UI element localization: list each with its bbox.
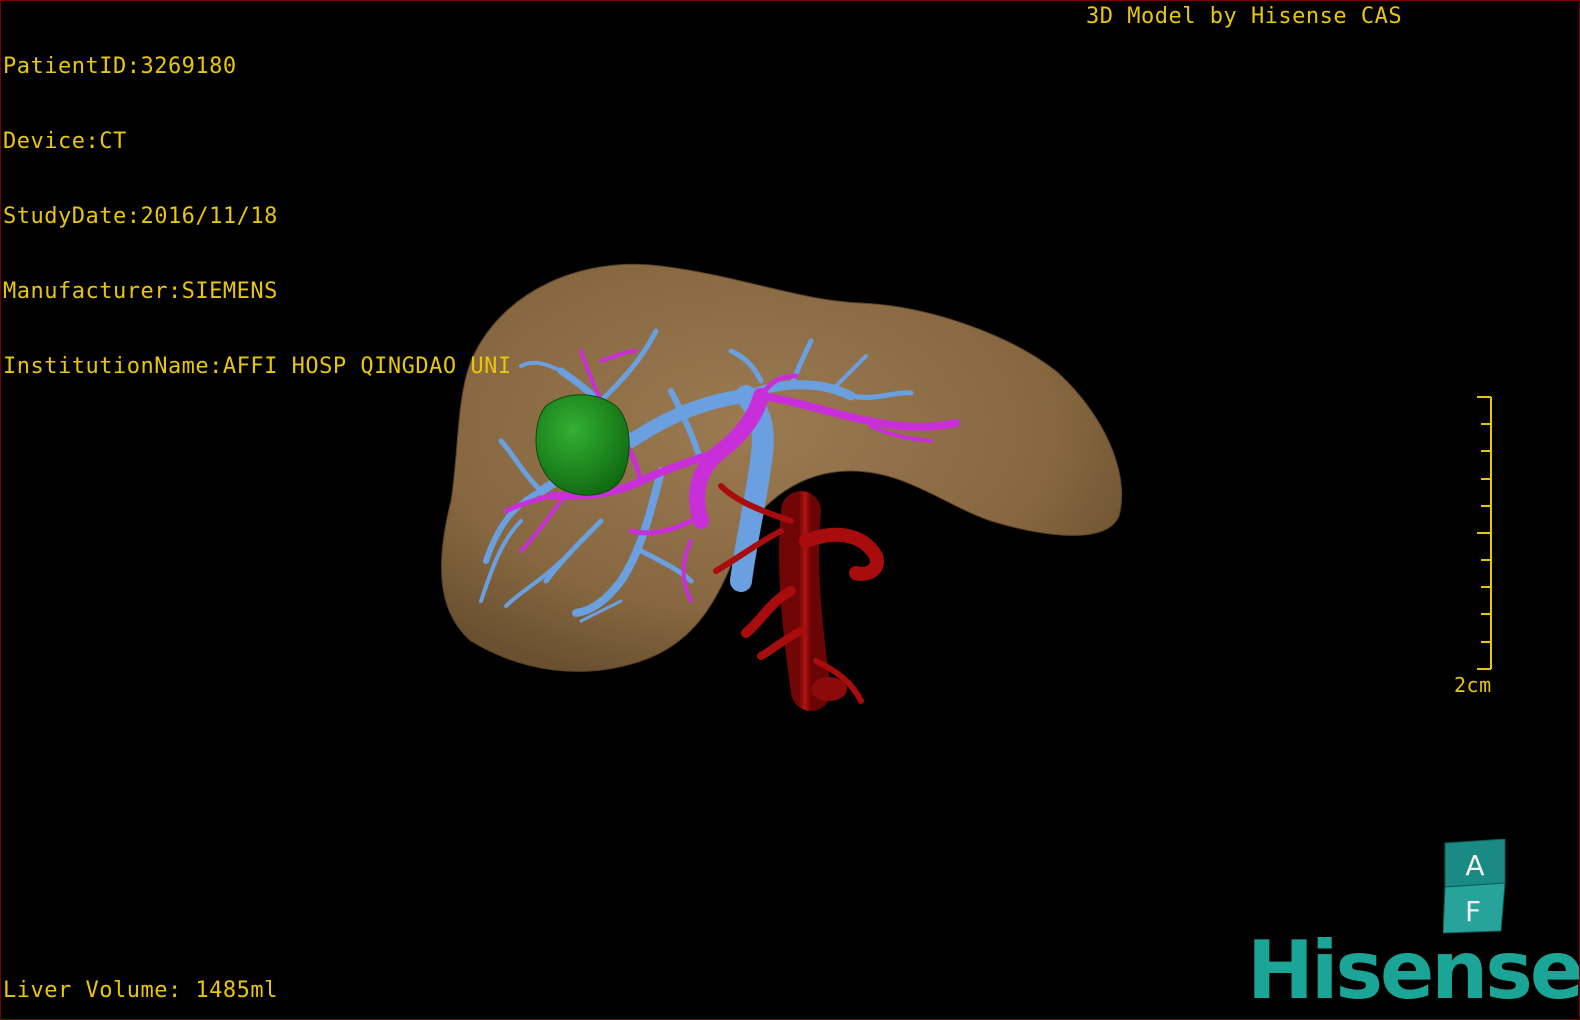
cube-label-top: A: [1465, 849, 1484, 882]
model-caption: 3D Model by Hisense CAS: [1086, 4, 1403, 29]
patient-info: PatientID:3269180 Device:CT StudyDate:20…: [3, 4, 512, 429]
device: Device:CT: [3, 129, 127, 154]
scale-bar: [1477, 396, 1492, 670]
patient-id: PatientID:3269180: [3, 54, 237, 79]
scale-bar-label: 2cm: [1454, 673, 1492, 697]
tumor[interactable]: [535, 394, 630, 496]
manufacturer: Manufacturer:SIEMENS: [3, 279, 278, 304]
orientation-cube-icon[interactable]: A F: [1443, 839, 1509, 935]
study-date: StudyDate:2016/11/18: [3, 204, 278, 229]
institution-name: InstitutionName:AFFI HOSP QINGDAO UNI: [3, 354, 512, 379]
hisense-logo: Hisense: [1247, 924, 1580, 1017]
3d-viewport[interactable]: PatientID:3269180 Device:CT StudyDate:20…: [0, 0, 1580, 1020]
liver-volume: Liver Volume: 1485ml: [3, 978, 278, 1003]
